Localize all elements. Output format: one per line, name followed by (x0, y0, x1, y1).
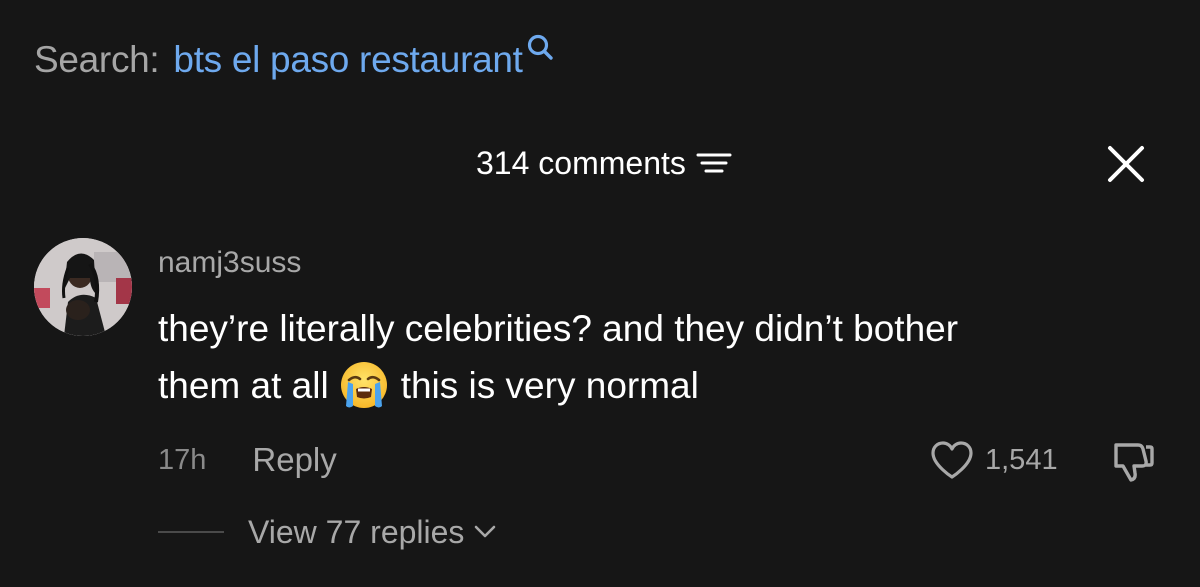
avatar[interactable] (34, 238, 132, 336)
thumbs-down-icon[interactable] (1108, 439, 1156, 483)
like-button[interactable]: 1,541 (929, 438, 1058, 482)
comment-meta: 17h Reply (158, 438, 337, 482)
comments-header: 314 comments (0, 138, 1200, 188)
comment-text-part-1: them at all (158, 365, 329, 406)
reply-button[interactable]: Reply (252, 441, 336, 479)
close-icon[interactable] (1106, 144, 1146, 184)
view-replies-label: View 77 replies (248, 513, 465, 550)
search-query[interactable]: bts el paso restaurant (173, 39, 523, 81)
comments-count: 314 comments (476, 144, 686, 181)
comment-text-part-2: this is very normal (400, 365, 699, 406)
comment-timestamp: 17h (158, 443, 207, 476)
comment-username[interactable]: namj3suss (158, 246, 301, 280)
comment-text: they’re literally celebrities? and they … (158, 300, 1168, 414)
search-bar[interactable]: Search: bts el paso restaurant (34, 32, 555, 88)
comments-title[interactable]: 314 comments (476, 138, 734, 188)
comment-item: namj3suss they’re literally celebrities?… (34, 238, 1174, 578)
like-count: 1,541 (985, 443, 1058, 476)
sort-icon[interactable] (694, 148, 734, 178)
comment-text-line-1: they’re literally celebrities? and they … (158, 308, 959, 349)
replies-row: View 77 replies (158, 510, 496, 554)
heart-icon[interactable] (929, 439, 975, 481)
replies-divider (158, 531, 224, 533)
crying-face-emoji-icon (339, 360, 389, 410)
view-replies-button[interactable]: View 77 replies (248, 514, 496, 551)
chevron-down-icon (475, 525, 496, 538)
search-icon[interactable] (525, 32, 555, 68)
comment-text-line-2: them at all this is very normal (158, 357, 1168, 414)
search-label: Search: (34, 39, 160, 80)
